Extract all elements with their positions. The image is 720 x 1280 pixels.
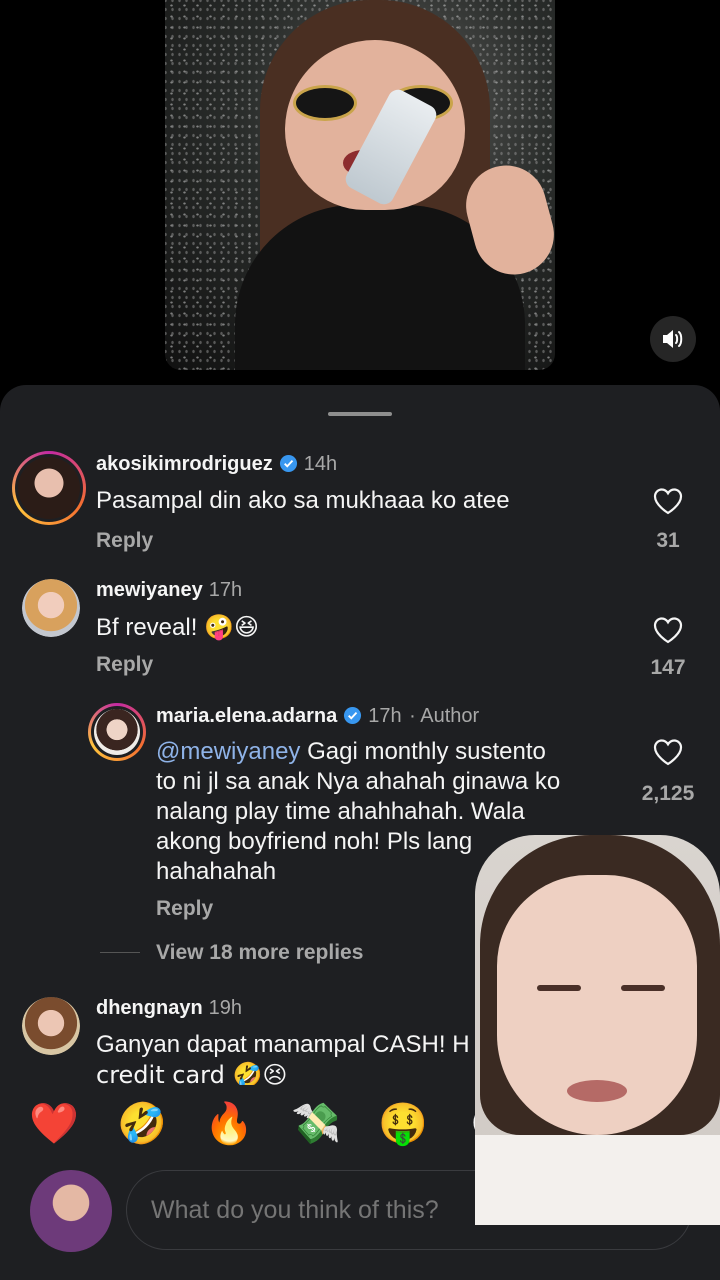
emoji-money-wings-button[interactable]: 💸 (291, 1099, 341, 1149)
verified-badge-icon (344, 706, 362, 725)
reply-button[interactable]: Reply (96, 653, 153, 677)
emoji-rofl-button[interactable]: 🤣 (117, 1099, 167, 1149)
sound-toggle-button[interactable] (650, 316, 696, 362)
avatar[interactable] (22, 579, 80, 637)
like-count: 147 (650, 656, 686, 679)
avatar (30, 1170, 112, 1252)
cam-subject-eye (621, 985, 665, 991)
drag-handle[interactable] (328, 412, 392, 416)
comment-text: Bf reveal! 🤪😆 (96, 613, 259, 641)
reply-username[interactable]: maria.elena.adarna 17h · Author (156, 705, 479, 728)
heart-outline-icon[interactable] (652, 737, 684, 767)
webcam-overlay (475, 835, 720, 1225)
comment-text: Ganyan dapat manampal CASH! H credit car… (96, 1031, 470, 1089)
like-count: 31 (656, 529, 680, 552)
emoji-fire-button[interactable]: 🔥 (204, 1099, 254, 1149)
video-frame[interactable] (165, 0, 555, 370)
comment-text: Pasampal din ako sa mukhaaa ko atee (96, 487, 510, 514)
emoji-money-face-button[interactable]: 🤑 (378, 1099, 428, 1149)
comment-item: akosikimrodriguez 14h Pasampal din ako sa… (0, 447, 720, 567)
speaker-icon (663, 330, 683, 348)
video-player[interactable] (0, 0, 720, 395)
like-count: 2,125 (641, 782, 695, 805)
reply-button[interactable]: Reply (96, 529, 153, 553)
mention-link[interactable]: @mewiyaney (156, 738, 300, 765)
cam-subject-shirt (475, 1135, 720, 1225)
reply-button[interactable]: Reply (156, 897, 213, 921)
avatar (18, 457, 80, 519)
comment-item: mewiyaney 17h Bf reveal! 🤪😆 Reply 147 (0, 575, 720, 685)
cam-subject-eye (537, 985, 581, 991)
avatar[interactable] (22, 997, 80, 1055)
heart-outline-icon[interactable] (652, 486, 684, 516)
heart-outline-icon[interactable] (652, 615, 684, 645)
comment-username[interactable]: akosikimrodriguez 14h (96, 453, 337, 476)
avatar-story-ring[interactable] (88, 703, 146, 761)
comment-username[interactable]: dhengnayn 19h (96, 997, 242, 1020)
avatar-story-ring[interactable] (12, 451, 86, 525)
cam-subject-mouth (567, 1080, 627, 1102)
emoji-heart-button[interactable]: ❤️ (29, 1099, 79, 1149)
verified-badge-icon (279, 454, 297, 473)
avatar (94, 709, 140, 755)
comment-username[interactable]: mewiyaney 17h (96, 579, 242, 602)
view-more-replies-button[interactable]: View 18 more replies (100, 941, 363, 965)
